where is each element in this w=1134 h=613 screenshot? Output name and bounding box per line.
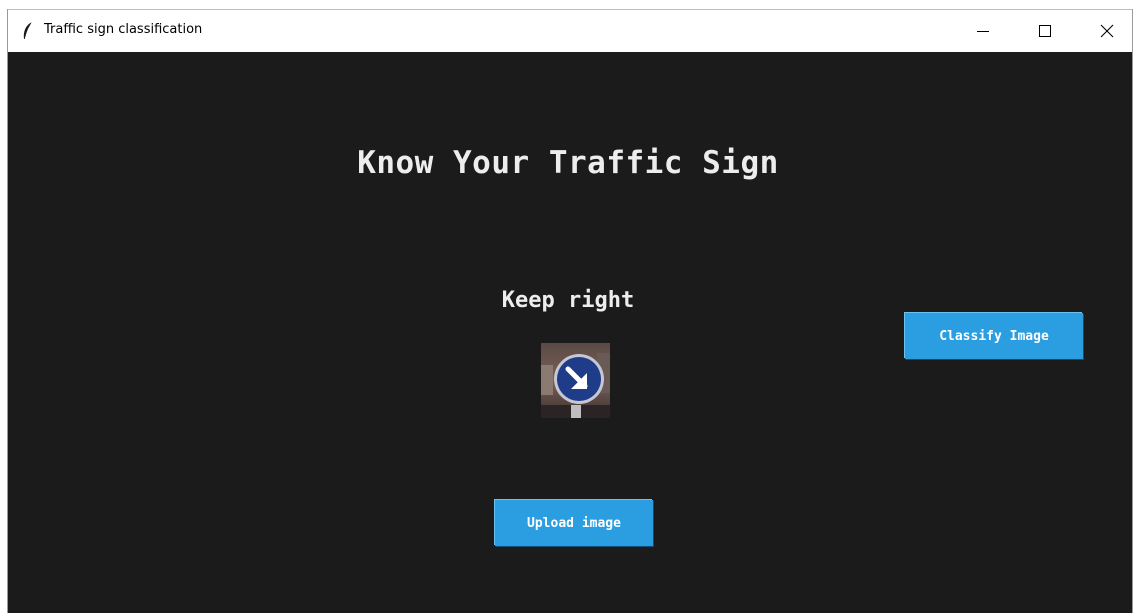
close-icon: [1100, 24, 1114, 38]
desktop-background: [0, 0, 1134, 9]
upload-image-button[interactable]: Upload image: [495, 500, 653, 546]
main-canvas: Know Your Traffic Sign Keep right Classi…: [8, 52, 1132, 613]
app-window: Traffic sign classification Know Your Tr…: [7, 9, 1133, 613]
maximize-icon: [1039, 25, 1051, 37]
page-heading: Know Your Traffic Sign: [357, 145, 779, 181]
keep-right-sign-image: [541, 343, 610, 418]
window-title: Traffic sign classification: [44, 22, 203, 37]
prediction-label: Keep right: [501, 288, 635, 313]
minimize-button[interactable]: [960, 10, 1006, 52]
minimize-icon: [977, 31, 989, 32]
maximize-button[interactable]: [1022, 10, 1068, 52]
close-button[interactable]: [1084, 10, 1130, 52]
classify-image-button[interactable]: Classify Image: [905, 313, 1083, 359]
feather-icon: [20, 21, 36, 41]
title-bar[interactable]: Traffic sign classification: [8, 9, 1132, 52]
